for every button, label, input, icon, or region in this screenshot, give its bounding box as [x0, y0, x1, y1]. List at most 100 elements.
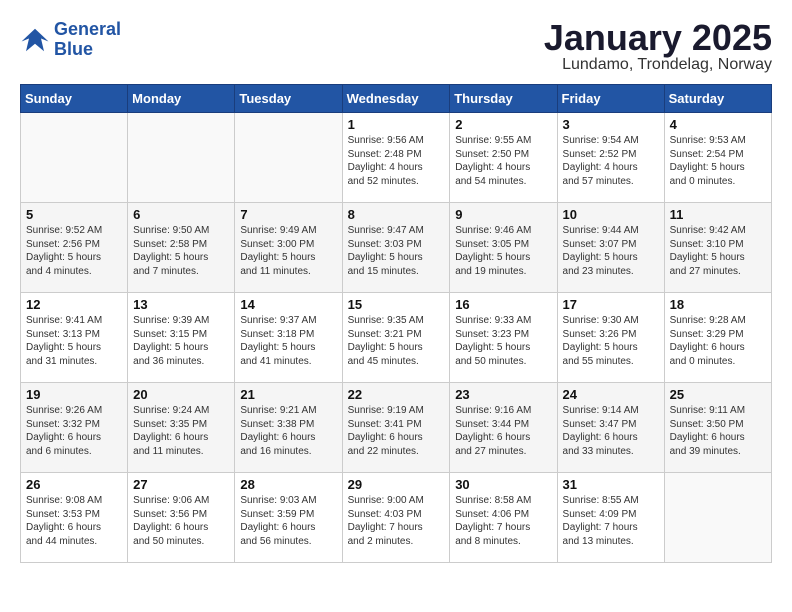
week-row-3: 12 Sunrise: 9:41 AM Sunset: 3:13 PM Dayli…: [21, 293, 772, 383]
day-info: Sunrise: 9:41 AM Sunset: 3:13 PM Dayligh…: [26, 314, 122, 368]
day-info: Sunrise: 9:11 AM Sunset: 3:50 PM Dayligh…: [670, 404, 766, 458]
day-cell: 12 Sunrise: 9:41 AM Sunset: 3:13 PM Dayli…: [21, 293, 128, 383]
calendar-table: SundayMondayTuesdayWednesdayThursdayFrid…: [20, 84, 772, 563]
day-cell: 25 Sunrise: 9:11 AM Sunset: 3:50 PM Dayli…: [664, 383, 771, 473]
week-row-4: 19 Sunrise: 9:26 AM Sunset: 3:32 PM Dayli…: [21, 383, 772, 473]
day-number: 17: [563, 297, 659, 312]
day-number: 7: [240, 207, 336, 222]
day-number: 24: [563, 387, 659, 402]
day-number: 30: [455, 477, 551, 492]
day-cell: 14 Sunrise: 9:37 AM Sunset: 3:18 PM Dayli…: [235, 293, 342, 383]
calendar-title: January 2025: [544, 20, 772, 56]
day-cell: [664, 473, 771, 563]
day-cell: 2 Sunrise: 9:55 AM Sunset: 2:50 PM Daylig…: [450, 113, 557, 203]
day-info: Sunrise: 9:21 AM Sunset: 3:38 PM Dayligh…: [240, 404, 336, 458]
day-number: 28: [240, 477, 336, 492]
day-number: 16: [455, 297, 551, 312]
day-cell: 23Sunrise: 9:16 AM Sunset: 3:44 PM Dayli…: [450, 383, 557, 473]
day-cell: 20Sunrise: 9:24 AM Sunset: 3:35 PM Dayli…: [128, 383, 235, 473]
day-number: 29: [348, 477, 445, 492]
day-info: Sunrise: 9:16 AM Sunset: 3:44 PM Dayligh…: [455, 404, 551, 458]
day-cell: 31 Sunrise: 8:55 AM Sunset: 4:09 PM Dayli…: [557, 473, 664, 563]
day-number: 9: [455, 207, 551, 222]
day-number: 19: [26, 387, 122, 402]
day-number: 10: [563, 207, 659, 222]
day-cell: 15 Sunrise: 9:35 AM Sunset: 3:21 PM Dayli…: [342, 293, 450, 383]
day-number: 6: [133, 207, 229, 222]
day-cell: 17 Sunrise: 9:30 AM Sunset: 3:26 PM Dayli…: [557, 293, 664, 383]
day-number: 14: [240, 297, 336, 312]
day-cell: 16Sunrise: 9:33 AM Sunset: 3:23 PM Dayli…: [450, 293, 557, 383]
day-cell: [128, 113, 235, 203]
header-cell-friday: Friday: [557, 85, 664, 113]
day-cell: [21, 113, 128, 203]
day-cell: 8 Sunrise: 9:47 AM Sunset: 3:03 PM Daylig…: [342, 203, 450, 293]
day-cell: 29 Sunrise: 9:00 AM Sunset: 4:03 PM Dayli…: [342, 473, 450, 563]
day-number: 1: [348, 117, 445, 132]
day-cell: 9 Sunrise: 9:46 AM Sunset: 3:05 PM Daylig…: [450, 203, 557, 293]
day-cell: 1 Sunrise: 9:56 AM Sunset: 2:48 PM Daylig…: [342, 113, 450, 203]
day-number: 11: [670, 207, 766, 222]
header-cell-thursday: Thursday: [450, 85, 557, 113]
day-cell: 4 Sunrise: 9:53 AM Sunset: 2:54 PM Daylig…: [664, 113, 771, 203]
day-info: Sunrise: 9:14 AM Sunset: 3:47 PM Dayligh…: [563, 404, 659, 458]
day-info: Sunrise: 9:06 AM Sunset: 3:56 PM Dayligh…: [133, 494, 229, 548]
day-info: Sunrise: 9:54 AM Sunset: 2:52 PM Dayligh…: [563, 134, 659, 188]
day-cell: 13Sunrise: 9:39 AM Sunset: 3:15 PM Dayli…: [128, 293, 235, 383]
day-number: 12: [26, 297, 122, 312]
day-info: Sunrise: 9:26 AM Sunset: 3:32 PM Dayligh…: [26, 404, 122, 458]
day-info: Sunrise: 9:00 AM Sunset: 4:03 PM Dayligh…: [348, 494, 445, 548]
header: General Blue January 2025 Lundamo, Trond…: [20, 20, 772, 74]
day-cell: 18 Sunrise: 9:28 AM Sunset: 3:29 PM Dayli…: [664, 293, 771, 383]
day-cell: 26Sunrise: 9:08 AM Sunset: 3:53 PM Dayli…: [21, 473, 128, 563]
day-info: Sunrise: 9:30 AM Sunset: 3:26 PM Dayligh…: [563, 314, 659, 368]
day-number: 5: [26, 207, 122, 222]
header-cell-saturday: Saturday: [664, 85, 771, 113]
day-info: Sunrise: 8:55 AM Sunset: 4:09 PM Dayligh…: [563, 494, 659, 548]
day-cell: 5Sunrise: 9:52 AM Sunset: 2:56 PM Daylig…: [21, 203, 128, 293]
day-number: 2: [455, 117, 551, 132]
day-number: 18: [670, 297, 766, 312]
day-cell: 28Sunrise: 9:03 AM Sunset: 3:59 PM Dayli…: [235, 473, 342, 563]
day-cell: 11 Sunrise: 9:42 AM Sunset: 3:10 PM Dayli…: [664, 203, 771, 293]
week-row-5: 26Sunrise: 9:08 AM Sunset: 3:53 PM Dayli…: [21, 473, 772, 563]
day-info: Sunrise: 9:28 AM Sunset: 3:29 PM Dayligh…: [670, 314, 766, 368]
day-info: Sunrise: 8:58 AM Sunset: 4:06 PM Dayligh…: [455, 494, 551, 548]
header-cell-wednesday: Wednesday: [342, 85, 450, 113]
day-info: Sunrise: 9:56 AM Sunset: 2:48 PM Dayligh…: [348, 134, 445, 188]
day-number: 26: [26, 477, 122, 492]
title-area: January 2025 Lundamo, Trondelag, Norway: [544, 20, 772, 74]
logo-icon: [20, 25, 50, 55]
day-cell: [235, 113, 342, 203]
day-info: Sunrise: 9:53 AM Sunset: 2:54 PM Dayligh…: [670, 134, 766, 188]
header-row: SundayMondayTuesdayWednesdayThursdayFrid…: [21, 85, 772, 113]
day-number: 13: [133, 297, 229, 312]
day-cell: 21Sunrise: 9:21 AM Sunset: 3:38 PM Dayli…: [235, 383, 342, 473]
day-number: 31: [563, 477, 659, 492]
day-info: Sunrise: 9:55 AM Sunset: 2:50 PM Dayligh…: [455, 134, 551, 188]
day-cell: 3 Sunrise: 9:54 AM Sunset: 2:52 PM Daylig…: [557, 113, 664, 203]
day-number: 8: [348, 207, 445, 222]
day-info: Sunrise: 9:42 AM Sunset: 3:10 PM Dayligh…: [670, 224, 766, 278]
week-row-1: 1 Sunrise: 9:56 AM Sunset: 2:48 PM Daylig…: [21, 113, 772, 203]
day-number: 25: [670, 387, 766, 402]
day-number: 15: [348, 297, 445, 312]
calendar-subtitle: Lundamo, Trondelag, Norway: [544, 56, 772, 74]
day-number: 4: [670, 117, 766, 132]
logo-text: General Blue: [54, 20, 121, 60]
day-info: Sunrise: 9:50 AM Sunset: 2:58 PM Dayligh…: [133, 224, 229, 278]
day-cell: 22Sunrise: 9:19 AM Sunset: 3:41 PM Dayli…: [342, 383, 450, 473]
day-cell: 10Sunrise: 9:44 AM Sunset: 3:07 PM Dayli…: [557, 203, 664, 293]
day-info: Sunrise: 9:49 AM Sunset: 3:00 PM Dayligh…: [240, 224, 336, 278]
day-info: Sunrise: 9:19 AM Sunset: 3:41 PM Dayligh…: [348, 404, 445, 458]
day-number: 3: [563, 117, 659, 132]
day-info: Sunrise: 9:46 AM Sunset: 3:05 PM Dayligh…: [455, 224, 551, 278]
day-cell: 7 Sunrise: 9:49 AM Sunset: 3:00 PM Daylig…: [235, 203, 342, 293]
day-info: Sunrise: 9:35 AM Sunset: 3:21 PM Dayligh…: [348, 314, 445, 368]
header-cell-monday: Monday: [128, 85, 235, 113]
day-info: Sunrise: 9:37 AM Sunset: 3:18 PM Dayligh…: [240, 314, 336, 368]
logo: General Blue: [20, 20, 121, 60]
day-cell: 30 Sunrise: 8:58 AM Sunset: 4:06 PM Dayli…: [450, 473, 557, 563]
day-info: Sunrise: 9:47 AM Sunset: 3:03 PM Dayligh…: [348, 224, 445, 278]
day-info: Sunrise: 9:24 AM Sunset: 3:35 PM Dayligh…: [133, 404, 229, 458]
